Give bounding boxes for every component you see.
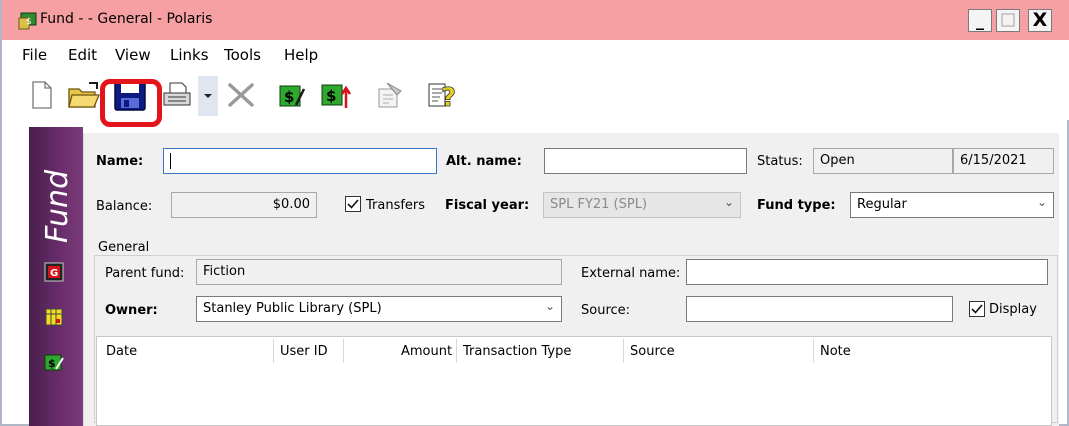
fiscal-year-select: SPL FY21 (SPL) ⌄ xyxy=(543,192,741,218)
chevron-down-icon: ⌄ xyxy=(723,195,734,209)
help-icon: ? xyxy=(428,83,456,110)
display-label: Display xyxy=(989,302,1037,317)
menu-tools[interactable]: Tools xyxy=(224,46,261,64)
fiscal-year-value: SPL FY21 (SPL) xyxy=(550,197,648,212)
open-folder-icon xyxy=(68,82,100,108)
column-header-transaction-type[interactable]: Transaction Type xyxy=(463,344,571,359)
calendar-tab-icon[interactable] xyxy=(44,307,64,327)
balance-label: Balance: xyxy=(96,199,153,214)
minimize-button[interactable]: _ xyxy=(968,9,992,32)
fund-edit-icon: $ xyxy=(279,85,306,107)
print-options-button[interactable] xyxy=(198,76,218,116)
maximize-button[interactable] xyxy=(996,9,1020,32)
svg-text:$: $ xyxy=(48,357,56,370)
transactions-tab-icon[interactable]: $ xyxy=(44,352,64,372)
general-panel: Name: Alt. name: Status: Open 6/15/2021 … xyxy=(83,133,1059,426)
external-name-label: External name: xyxy=(581,266,681,281)
fiscal-year-label: Fiscal year: xyxy=(445,198,530,213)
column-divider[interactable] xyxy=(273,339,274,363)
general-tab-icon[interactable]: G xyxy=(44,262,64,282)
transfers-checkbox[interactable] xyxy=(345,196,361,212)
fund-type-select[interactable]: Regular ⌄ xyxy=(850,192,1054,218)
window-title: Fund - - General - Polaris xyxy=(40,11,213,27)
alt-name-field[interactable] xyxy=(544,148,747,174)
close-button[interactable]: X xyxy=(1028,9,1052,32)
app-fund-icon: $ xyxy=(18,12,37,30)
status-date-field: 6/15/2021 xyxy=(953,148,1054,174)
menu-view[interactable]: View xyxy=(115,46,151,64)
status-label: Status: xyxy=(757,154,803,169)
title-bar[interactable]: $ Fund - - General - Polaris _ X xyxy=(2,0,1069,40)
source-label: Source: xyxy=(581,303,631,318)
menu-file[interactable]: File xyxy=(22,46,47,64)
open-button[interactable] xyxy=(66,78,102,112)
chevron-down-icon: ⌄ xyxy=(544,299,555,313)
properties-icon xyxy=(378,82,402,108)
dropdown-arrow-icon xyxy=(204,94,212,98)
svg-text:$: $ xyxy=(326,87,336,105)
column-header-note[interactable]: Note xyxy=(820,344,851,359)
name-label: Name: xyxy=(96,154,144,169)
save-highlight xyxy=(100,79,162,127)
new-document-icon xyxy=(32,81,52,109)
print-icon xyxy=(163,82,191,106)
transfers-label: Transfers xyxy=(366,198,426,213)
menu-help[interactable]: Help xyxy=(284,46,318,64)
transactions-table[interactable]: Date User ID Amount Transaction Type Sou… xyxy=(96,336,1052,426)
fund-transfer-button[interactable]: $ xyxy=(320,78,352,112)
name-field[interactable] xyxy=(163,148,437,174)
properties-button[interactable] xyxy=(374,78,404,112)
general-group-title: General xyxy=(96,240,152,255)
balance-field: $0.00 xyxy=(171,192,317,218)
status-field: Open xyxy=(813,148,953,174)
fund-sidebar: Fund G $ xyxy=(29,127,83,426)
alt-name-label: Alt. name: xyxy=(446,154,522,169)
column-divider[interactable] xyxy=(456,339,457,363)
owner-value: Stanley Public Library (SPL) xyxy=(203,301,382,316)
svg-text:Fund: Fund xyxy=(40,169,75,243)
toolbar: $ $ ? xyxy=(2,72,1069,120)
help-button[interactable]: ? xyxy=(426,78,460,112)
parent-fund-label: Parent fund: xyxy=(105,266,185,281)
maximize-icon xyxy=(1001,13,1015,27)
svg-text:G: G xyxy=(50,268,58,279)
fund-type-label: Fund type: xyxy=(757,198,836,213)
menu-links[interactable]: Links xyxy=(170,46,209,64)
source-field[interactable] xyxy=(686,296,953,322)
menu-bar: File Edit View Links Tools Help xyxy=(2,40,1069,72)
svg-text:$: $ xyxy=(26,17,32,27)
display-checkbox[interactable] xyxy=(969,301,985,317)
column-header-date[interactable]: Date xyxy=(106,344,137,359)
column-header-user-id[interactable]: User ID xyxy=(280,344,328,359)
parent-fund-field: Fiction xyxy=(196,259,562,285)
print-button[interactable] xyxy=(162,78,192,112)
column-divider[interactable] xyxy=(623,339,624,363)
checkmark-icon xyxy=(971,304,983,314)
external-name-field[interactable] xyxy=(686,259,1048,285)
column-divider[interactable] xyxy=(343,339,344,363)
sidebar-caption: Fund xyxy=(40,169,75,243)
delete-button[interactable] xyxy=(224,78,258,112)
column-header-source[interactable]: Source xyxy=(630,344,675,359)
owner-label: Owner: xyxy=(105,303,158,318)
new-button[interactable] xyxy=(28,78,56,112)
text-caret xyxy=(170,153,171,169)
svg-text:$: $ xyxy=(284,88,294,106)
fund-window: $ Fund - - General - Polaris _ X File Ed… xyxy=(0,0,1069,426)
chevron-down-icon: ⌄ xyxy=(1036,195,1047,209)
column-header-amount[interactable]: Amount xyxy=(401,344,452,359)
fund-type-value: Regular xyxy=(857,197,907,212)
column-divider[interactable] xyxy=(813,339,814,363)
owner-select[interactable]: Stanley Public Library (SPL) ⌄ xyxy=(196,296,562,322)
fund-transfer-icon: $ xyxy=(321,84,352,108)
svg-text:?: ? xyxy=(441,83,456,110)
menu-edit[interactable]: Edit xyxy=(68,46,97,64)
fund-edit-button[interactable]: $ xyxy=(278,78,306,112)
delete-icon xyxy=(228,83,254,107)
checkmark-icon xyxy=(347,199,359,209)
